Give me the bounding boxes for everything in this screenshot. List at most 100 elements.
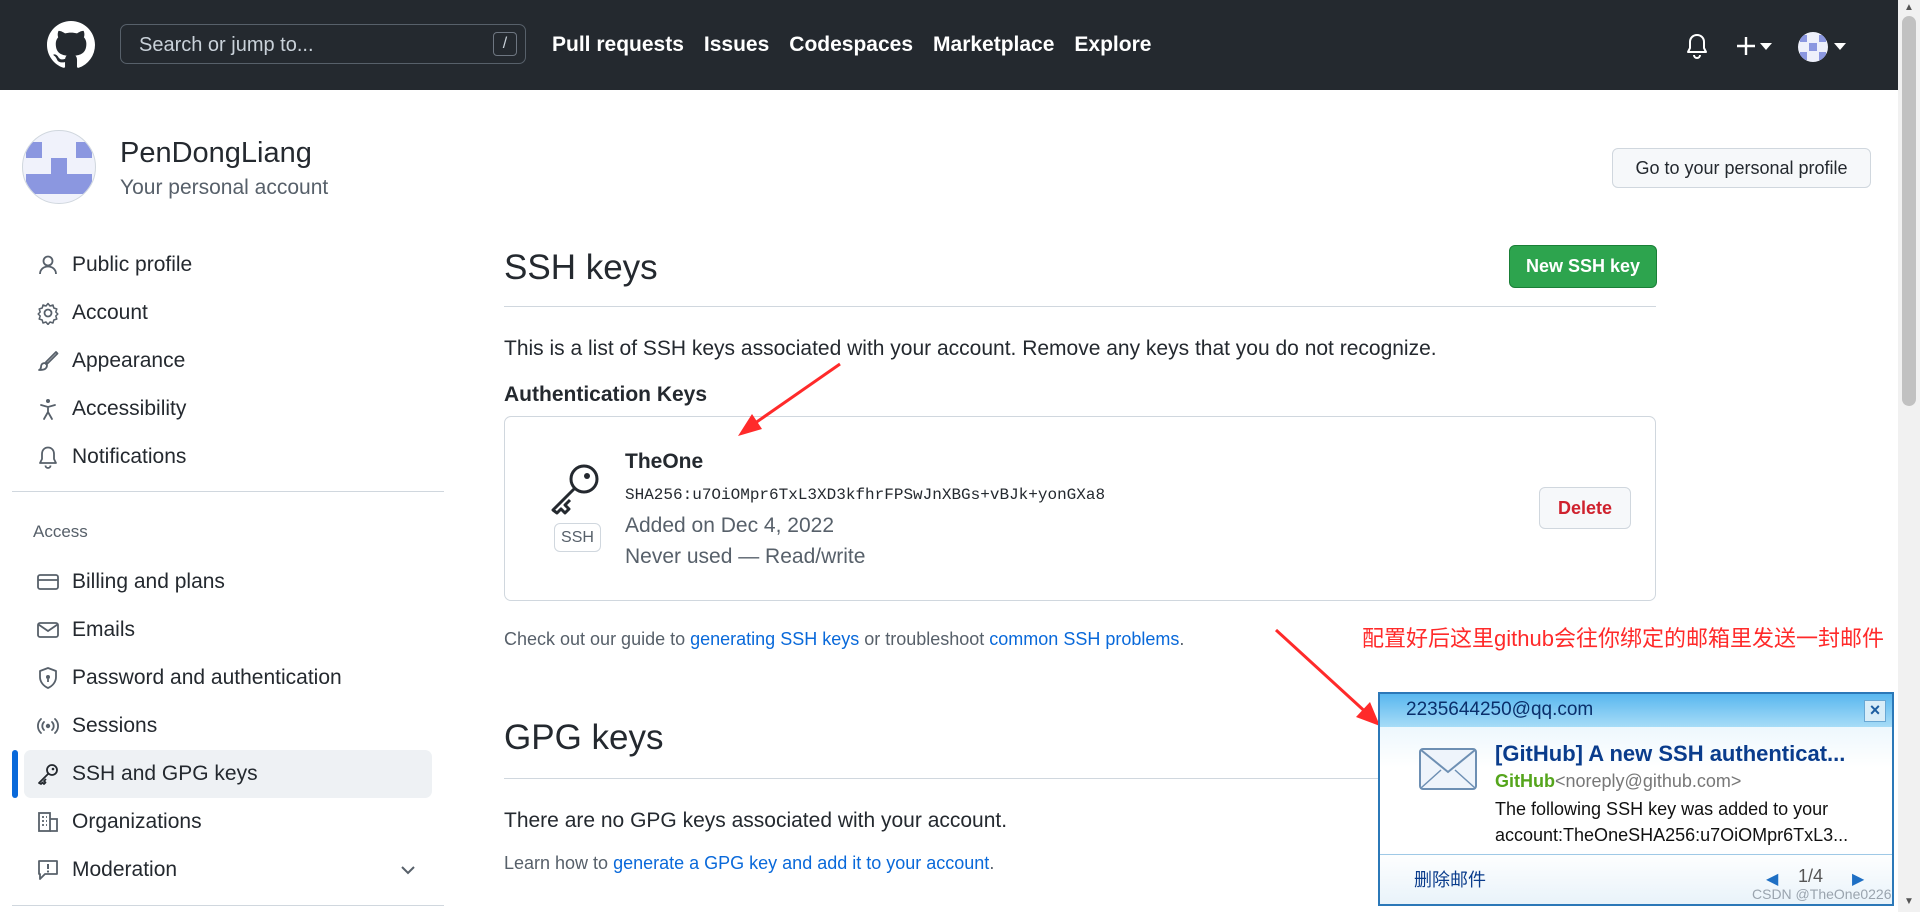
ssh-description: This is a list of SSH keys associated wi…: [504, 337, 1437, 360]
sidebar-item-billing[interactable]: Billing and plans: [24, 558, 432, 606]
person-icon: [39, 255, 57, 275]
chevron-down-icon[interactable]: [1760, 43, 1772, 51]
delete-key-button[interactable]: Delete: [1539, 487, 1631, 529]
red-annotation-text: 配置好后这里github会往你绑定的邮箱里发送一封邮件: [1362, 626, 1884, 651]
learn-prefix: Learn how to: [504, 853, 614, 873]
organization-icon: [38, 812, 58, 832]
popup-sender: GitHub<noreply@github.com>: [1495, 771, 1741, 792]
active-indicator: [12, 750, 18, 798]
nav-explore[interactable]: Explore: [1074, 33, 1151, 56]
ssh-key-fingerprint: SHA256:u7OiOMpr6TxL3XD3kfhrFPSwJnXBGs+vB…: [625, 486, 1106, 504]
generate-gpg-key-link[interactable]: generate a GPG key and add it to your ac…: [613, 853, 989, 873]
close-icon[interactable]: ×: [1864, 700, 1886, 722]
envelope-icon: [1419, 748, 1477, 790]
plus-icon[interactable]: [1734, 34, 1758, 58]
ssh-key-name: TheOne: [625, 450, 704, 473]
sender-name: GitHub: [1495, 771, 1555, 791]
sidebar-item-label: Public profile: [72, 253, 193, 276]
popup-titlebar: 2235644250@qq.com ×: [1380, 694, 1892, 727]
scroll-down-icon[interactable]: ▼: [1904, 896, 1914, 907]
shield-lock-icon: [39, 667, 57, 689]
user-avatar: [22, 130, 96, 204]
search-input[interactable]: Search or jump to... /: [120, 24, 526, 64]
key-icon: [38, 764, 58, 785]
sidebar-item-label: Emails: [72, 618, 136, 641]
sidebar-item-label: Appearance: [72, 349, 186, 372]
sidebar-item-label: Billing and plans: [72, 570, 225, 593]
auth-keys-heading: Authentication Keys: [504, 383, 708, 406]
sidebar-item-label: SSH and GPG keys: [72, 762, 258, 785]
sidebar-item-notifications[interactable]: Notifications: [24, 433, 432, 481]
accessibility-icon: [40, 399, 56, 420]
gpg-keys-title: GPG keys: [504, 718, 664, 757]
ssh-key-card: [504, 416, 1656, 601]
sidebar-item-account[interactable]: Account: [24, 289, 432, 337]
sidebar-item-moderation[interactable]: Moderation: [24, 846, 432, 894]
user-name: PenDongLiang: [120, 137, 312, 169]
sidebar-item-label: Account: [72, 301, 148, 324]
nav-codespaces[interactable]: Codespaces: [789, 33, 913, 56]
nav-issues[interactable]: Issues: [704, 33, 769, 56]
csdn-watermark: CSDN @TheOne0226: [1752, 886, 1892, 902]
sidebar-item-password-auth[interactable]: Password and authentication: [24, 654, 432, 702]
guide-suffix: .: [1179, 629, 1185, 649]
popup-divider: [1380, 854, 1892, 855]
sidebar-item-emails[interactable]: Emails: [24, 606, 432, 654]
delete-mail-link[interactable]: 删除邮件: [1414, 866, 1486, 892]
sidebar-item-public-profile[interactable]: Public profile: [24, 241, 432, 289]
github-logo-icon[interactable]: [47, 21, 95, 69]
gear-icon: [37, 302, 59, 325]
sidebar-item-appearance[interactable]: Appearance: [24, 337, 432, 385]
sidebar-item-label: Moderation: [72, 858, 178, 881]
sidebar-item-label: Password and authentication: [72, 666, 342, 689]
report-icon: [38, 860, 58, 880]
sidebar-divider: [12, 491, 444, 492]
paintbrush-icon: [38, 351, 59, 371]
account-subtitle: Your personal account: [120, 176, 329, 199]
ssh-key-added: Added on Dec 4, 2022: [625, 514, 834, 537]
search-placeholder: Search or jump to...: [139, 34, 314, 56]
mail-icon: [37, 622, 59, 638]
ssh-guide-text: Check out our guide to generating SSH ke…: [504, 629, 1184, 650]
email-notification-popup[interactable]: 2235644250@qq.com × [GitHub] A new SSH a…: [1378, 692, 1894, 906]
guide-prefix: Check out our guide to: [504, 629, 691, 649]
top-header: Search or jump to... / Pull requests Issu…: [0, 0, 1898, 90]
sidebar-heading-access: Access: [33, 522, 88, 541]
ssh-keys-title: SSH keys: [504, 248, 658, 287]
sidebar-divider: [12, 905, 444, 906]
sidebar-item-organizations[interactable]: Organizations: [24, 798, 432, 846]
search-shortcut-key: /: [493, 32, 517, 56]
chevron-down-icon[interactable]: [400, 864, 416, 876]
sidebar-item-accessibility[interactable]: Accessibility: [24, 385, 432, 433]
nav-pull-requests[interactable]: Pull requests: [552, 33, 684, 56]
primary-nav: Pull requests Issues Codespaces Marketplace…: [552, 33, 1171, 57]
bell-icon[interactable]: [1685, 33, 1709, 59]
popup-body: The following SSH key was added to your …: [1495, 799, 1849, 845]
gpg-learn-text: Learn how to generate a GPG key and add …: [504, 853, 994, 874]
go-to-profile-button[interactable]: Go to your personal profile: [1612, 148, 1871, 188]
common-ssh-problems-link[interactable]: common SSH problems: [989, 629, 1179, 649]
popup-page-indicator: 1/4: [1798, 866, 1824, 886]
page-scrollbar[interactable]: ▲ ▼: [1898, 0, 1920, 912]
sidebar-item-ssh-gpg-keys[interactable]: SSH and GPG keys: [24, 750, 432, 798]
guide-middle: or troubleshoot: [859, 629, 990, 649]
scroll-thumb[interactable]: [1902, 16, 1916, 406]
avatar[interactable]: [1798, 32, 1828, 62]
ssh-type-badge: SSH: [554, 523, 601, 552]
scroll-up-icon[interactable]: ▲: [1904, 2, 1914, 13]
sidebar-item-label: Organizations: [72, 810, 202, 833]
new-ssh-key-button[interactable]: New SSH key: [1509, 245, 1657, 288]
ssh-key-usage: Never used — Read/write: [625, 545, 866, 568]
broadcast-icon: [37, 718, 59, 734]
learn-suffix: .: [989, 853, 995, 873]
popup-subject[interactable]: [GitHub] A new SSH authenticat...: [1495, 741, 1845, 767]
sidebar-item-label: Notifications: [72, 445, 187, 468]
sidebar-item-sessions[interactable]: Sessions: [24, 702, 432, 750]
gpg-empty-text: There are no GPG keys associated with yo…: [504, 809, 1008, 832]
key-icon: [551, 464, 599, 515]
sender-email: <noreply@github.com>: [1555, 771, 1742, 791]
avatar-chevron-icon[interactable]: [1834, 43, 1846, 51]
nav-marketplace[interactable]: Marketplace: [933, 33, 1054, 56]
popup-account: 2235644250@qq.com: [1406, 699, 1594, 720]
generating-ssh-keys-link[interactable]: generating SSH keys: [690, 629, 859, 649]
